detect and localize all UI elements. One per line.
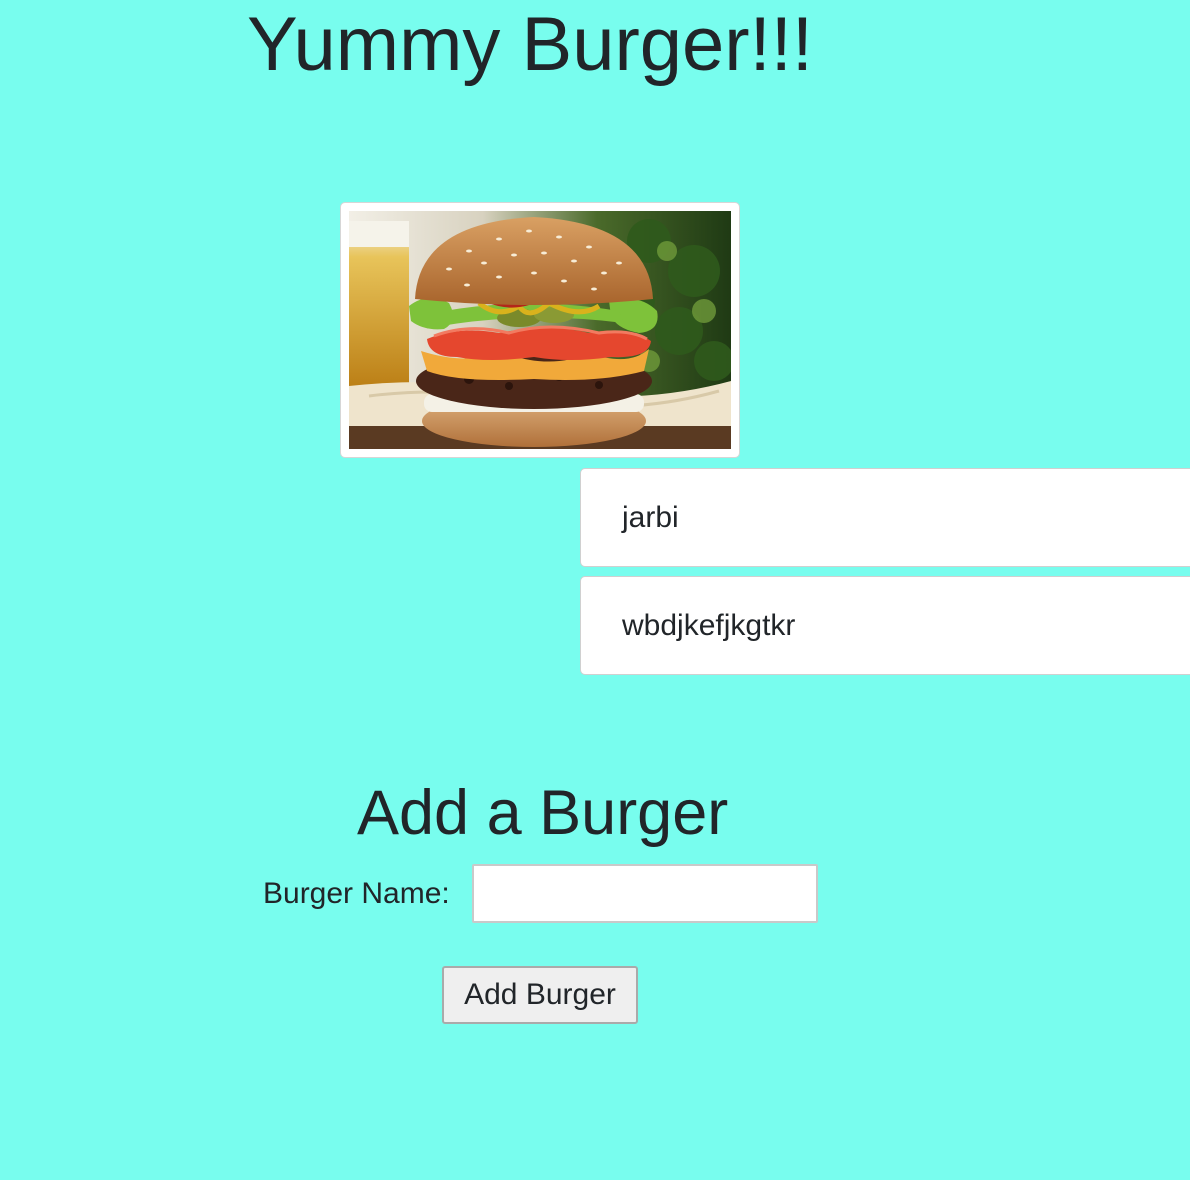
page-title: Yummy Burger!!! <box>247 2 813 87</box>
form-title: Add a Burger <box>357 778 729 848</box>
burger-name-input[interactable] <box>472 864 818 923</box>
burger-image <box>340 202 740 458</box>
burger-name-label: Burger Name: <box>263 877 450 910</box>
burger-list-item: jarbi <box>580 468 1190 567</box>
add-burger-button[interactable]: Add Burger <box>442 966 638 1024</box>
burger-list-item: wbdjkefjkgtkr <box>580 576 1190 675</box>
burger-photo <box>349 211 731 449</box>
